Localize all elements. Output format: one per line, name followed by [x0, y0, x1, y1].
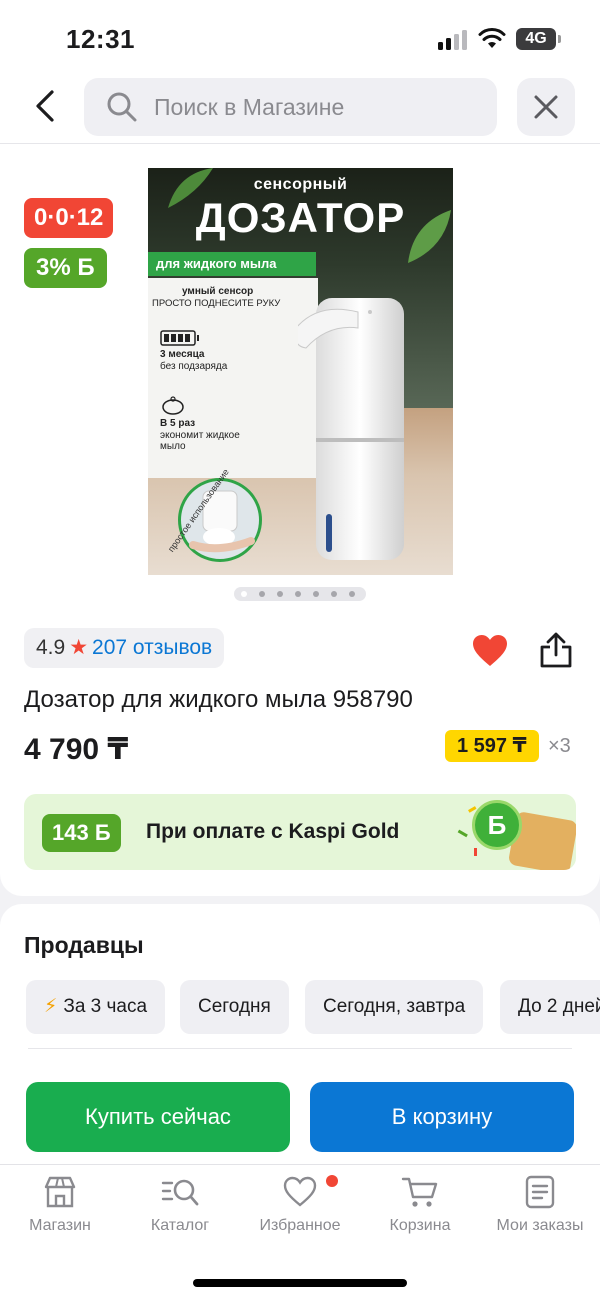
- add-to-cart-button[interactable]: В корзину: [310, 1082, 574, 1152]
- tab-label: Избранное: [259, 1217, 341, 1234]
- image-text: мыло: [160, 441, 186, 452]
- image-caption-top: сенсорный: [253, 176, 348, 193]
- heart-outline-icon: [283, 1176, 317, 1207]
- chip-label: За 3 часа: [63, 996, 148, 1017]
- image-text: 3 месяца: [160, 349, 205, 360]
- tab-store[interactable]: Магазин: [0, 1175, 120, 1235]
- tab-label: Корзина: [389, 1217, 451, 1234]
- image-strip: для жидкого мыла: [148, 252, 316, 276]
- bonus-coin-icon: Б: [472, 800, 522, 850]
- battery-icon: 4G: [516, 28, 561, 50]
- divider: [28, 1048, 572, 1049]
- image-text: экономит жидкое: [160, 430, 240, 441]
- installment-price[interactable]: 1 597 ₸: [445, 730, 539, 762]
- chip-label: До 2 дней: [518, 996, 600, 1017]
- tab-cart[interactable]: Корзина: [360, 1175, 480, 1235]
- search-placeholder: Поиск в Магазине: [154, 94, 345, 120]
- installment-multiplier: ×3: [548, 735, 571, 757]
- gold-banner-text: При оплате с Kaspi Gold: [146, 820, 400, 843]
- battery-full-icon: [160, 330, 199, 346]
- tab-label: Мои заказы: [496, 1217, 584, 1234]
- search-icon: [107, 92, 137, 122]
- image-text: умный сенсор: [182, 286, 254, 297]
- sellers-section: Продавцы ⚡ За 3 часа Сегодня Сегодня, зав…: [0, 904, 600, 1166]
- gold-bonus-amount: 143 Б: [42, 814, 121, 852]
- kaspi-gold-banner[interactable]: 143 Б При оплате с Kaspi Gold Б: [24, 794, 576, 870]
- filter-chip-3-hours[interactable]: ⚡ За 3 часа: [26, 980, 166, 1034]
- piggy-bank-icon: [162, 396, 184, 415]
- search-input[interactable]: Поиск в Магазине: [84, 78, 497, 136]
- bonus-badge: 3% Б: [24, 248, 107, 288]
- tab-label: Каталог: [150, 1217, 210, 1234]
- bottom-tab-bar: Магазин Каталог Избранное Корзина Мои за…: [0, 1164, 600, 1297]
- filter-chip-today[interactable]: Сегодня: [180, 980, 289, 1034]
- status-time: 12:31: [66, 24, 135, 54]
- wifi-icon: [478, 28, 506, 48]
- image-caption-main: ДОЗАТОР: [195, 194, 406, 241]
- image-text: без подзаряда: [160, 361, 228, 372]
- installment-badge: 0·0·12: [24, 198, 114, 238]
- lightning-icon: ⚡: [44, 996, 58, 1017]
- product-title: Дозатор для жидкого мыла 958790: [24, 686, 413, 713]
- rating-reviews-link[interactable]: 4.9 ★ 207 отзывов: [24, 628, 225, 668]
- orders-icon: [525, 1175, 555, 1209]
- filter-chip-2-days[interactable]: До 2 дней: [500, 980, 600, 1034]
- tab-orders[interactable]: Мои заказы: [480, 1175, 600, 1235]
- close-button[interactable]: [517, 78, 575, 136]
- catalog-search-icon: [161, 1179, 199, 1206]
- share-icon[interactable]: [538, 631, 574, 669]
- star-icon: ★: [69, 636, 89, 659]
- tab-catalog[interactable]: Каталог: [120, 1175, 240, 1235]
- store-icon: [44, 1176, 76, 1208]
- close-icon: [534, 95, 558, 119]
- buy-now-button[interactable]: Купить сейчас: [26, 1082, 290, 1152]
- signal-icon: [438, 30, 468, 50]
- chip-label: Сегодня: [198, 996, 271, 1017]
- top-navigation: Поиск в Магазине: [0, 66, 600, 144]
- sellers-title: Продавцы: [24, 932, 144, 958]
- image-text: В 5 раз: [160, 418, 196, 429]
- notification-dot: [326, 1175, 338, 1187]
- tab-label: Магазин: [29, 1217, 91, 1234]
- product-price: 4 790 ₸: [24, 733, 129, 766]
- tab-favorites[interactable]: Избранное: [240, 1175, 360, 1235]
- image-pagination[interactable]: [234, 587, 366, 601]
- image-text: ПРОСТО ПОДНЕСИТЕ РУКУ: [152, 298, 281, 309]
- filter-chip-today-tomorrow[interactable]: Сегодня, завтра: [305, 980, 484, 1034]
- reviews-count: 207 отзывов: [92, 636, 213, 659]
- cart-icon: [401, 1177, 438, 1207]
- favorite-heart-icon[interactable]: [472, 634, 508, 668]
- home-indicator: [193, 1279, 407, 1287]
- dispenser-illustration: [298, 298, 404, 560]
- product-card: 0·0·12 3% Б сенсорный ДОЗАТОР для жидког…: [0, 144, 600, 896]
- back-arrow-icon[interactable]: [30, 88, 60, 124]
- product-image[interactable]: сенсорный ДОЗАТОР для жидкого мыла умный…: [148, 168, 453, 575]
- chip-label: Сегодня, завтра: [323, 996, 466, 1017]
- rating-value: 4.9: [36, 636, 66, 659]
